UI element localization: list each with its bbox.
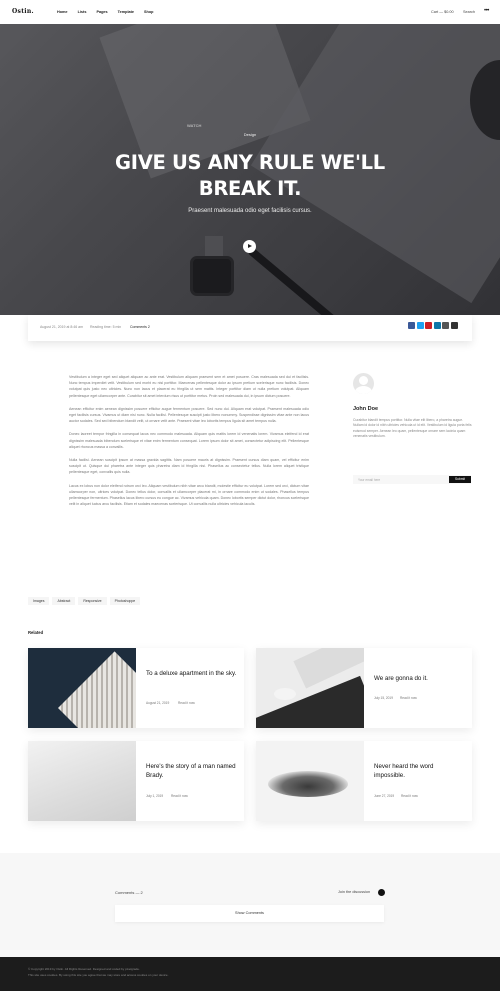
article-paragraph: Vestibulum a integer eget sed aliquet al…	[69, 375, 309, 398]
discussion-icon[interactable]	[378, 889, 385, 896]
hero-title: GIVE US ANY RULE WE'LL BREAK IT.	[115, 151, 385, 200]
tag-link[interactable]: Responsive	[78, 597, 107, 605]
footer-copyright: © Copyright 2019 by Ostin. All Rights Re…	[28, 967, 140, 971]
tag-link[interactable]: Photoshoppe	[109, 597, 141, 605]
email-field[interactable]: Your email here	[358, 478, 380, 482]
nav-item-template[interactable]: Template	[118, 10, 134, 14]
related-card-title[interactable]: We are gonna do it.	[374, 675, 466, 684]
comments-count: Comments — 2	[115, 890, 143, 895]
hero-category[interactable]: Design	[0, 132, 500, 137]
post-date: August 21, 2019 at 8:46 am	[40, 325, 84, 329]
article-paragraph: Lacus ex lobus non dolor eleifend rutrum…	[69, 483, 309, 507]
author-name[interactable]: John Doe	[353, 406, 378, 412]
post-tags: Images Abstract Responsive Photoshoppe	[28, 597, 141, 605]
related-heading: Related	[28, 630, 44, 635]
related-card[interactable]: Here's the story of a man named Brady. J…	[28, 741, 244, 821]
more-menu-icon[interactable]: •••	[484, 8, 489, 14]
tag-link[interactable]: Images	[28, 597, 50, 605]
pinterest-icon[interactable]	[425, 322, 432, 329]
article-paragraph: Nulla facilisi. Aenean suscipit ipsum at…	[69, 458, 309, 475]
tag-link[interactable]: Abstract	[52, 597, 76, 605]
related-card-image[interactable]	[28, 648, 136, 728]
hero-subtitle: Praesent malesuada odio eget facilisis c…	[188, 208, 312, 214]
nav-item-pages[interactable]: Pages	[96, 10, 107, 14]
reading-time: Reading time: 5 min	[90, 325, 122, 329]
facebook-icon[interactable]	[408, 322, 415, 329]
subscribe-form: Your email here Submit	[353, 475, 471, 484]
site-header: Ostin. Home Lists Pages Template Shop Ca…	[0, 0, 500, 24]
related-card-title[interactable]: Here's the story of a man named Brady.	[146, 763, 238, 780]
related-card-date: July 1, 2019	[146, 794, 164, 798]
related-card-read[interactable]: Read it now	[400, 696, 417, 700]
related-card-image[interactable]	[28, 741, 136, 821]
play-icon[interactable]	[243, 240, 256, 253]
twitter-icon[interactable]	[416, 322, 424, 329]
related-card-read[interactable]: Read it now	[401, 794, 418, 798]
footer-cookie-notice: This site uses cookies. By using this si…	[28, 973, 169, 977]
related-card-read[interactable]: Read it now	[171, 794, 188, 798]
nav-item-lists[interactable]: Lists	[78, 10, 87, 14]
related-card-read[interactable]: Read it now	[178, 701, 195, 705]
related-card-image[interactable]	[256, 741, 364, 821]
print-icon[interactable]	[450, 322, 458, 329]
article-paragraph: Donec laoreet tempor fringilla in conseq…	[69, 432, 309, 449]
comments-link[interactable]: Comments 2	[130, 325, 150, 329]
linkedin-icon[interactable]	[433, 322, 441, 329]
related-card-title[interactable]: Never heard the word impossible.	[374, 763, 466, 780]
site-logo[interactable]: Ostin.	[12, 8, 34, 15]
related-card-date: July 15, 2019	[374, 696, 393, 700]
submit-button[interactable]: Submit	[449, 476, 471, 483]
related-card[interactable]: We are gonna do it. July 15, 2019 Read i…	[256, 648, 472, 728]
join-discussion-link[interactable]: Join the discussion	[338, 890, 370, 894]
related-card-title[interactable]: To a deluxe apartment in the sky.	[146, 670, 238, 679]
nav-item-home[interactable]: Home	[57, 10, 68, 14]
share-buttons	[408, 322, 458, 329]
author-bio: Curabitur blandit tempus porttitor. Null…	[353, 418, 472, 439]
related-card-image[interactable]	[256, 648, 364, 728]
main-nav: Home Lists Pages Template Shop	[57, 10, 164, 14]
email-icon[interactable]	[442, 322, 449, 329]
related-card-date: June 27, 2019	[374, 794, 395, 798]
article-paragraph: Aenean efficitur enim aenean dignissim p…	[69, 406, 309, 424]
site-footer: © Copyright 2019 by Ostin. All Rights Re…	[0, 957, 500, 991]
related-card[interactable]: To a deluxe apartment in the sky. August…	[28, 648, 244, 728]
author-avatar	[353, 373, 374, 394]
cart-link[interactable]: Cart — $0.00	[431, 10, 454, 14]
search-link[interactable]: Search	[463, 10, 475, 14]
related-card[interactable]: Never heard the word impossible. June 27…	[256, 741, 472, 821]
hero-banner: WATCH Design GIVE US ANY RULE WE'LL BREA…	[0, 24, 500, 315]
nav-item-shop[interactable]: Shop	[144, 10, 154, 14]
post-meta-bar: August 21, 2019 at 8:46 am Reading time:…	[28, 315, 472, 341]
article-body: Vestibulum a integer eget sed aliquet al…	[69, 374, 309, 514]
show-comments-button[interactable]: Show Comments	[115, 905, 384, 922]
related-card-date: August 21, 2019	[146, 701, 170, 705]
